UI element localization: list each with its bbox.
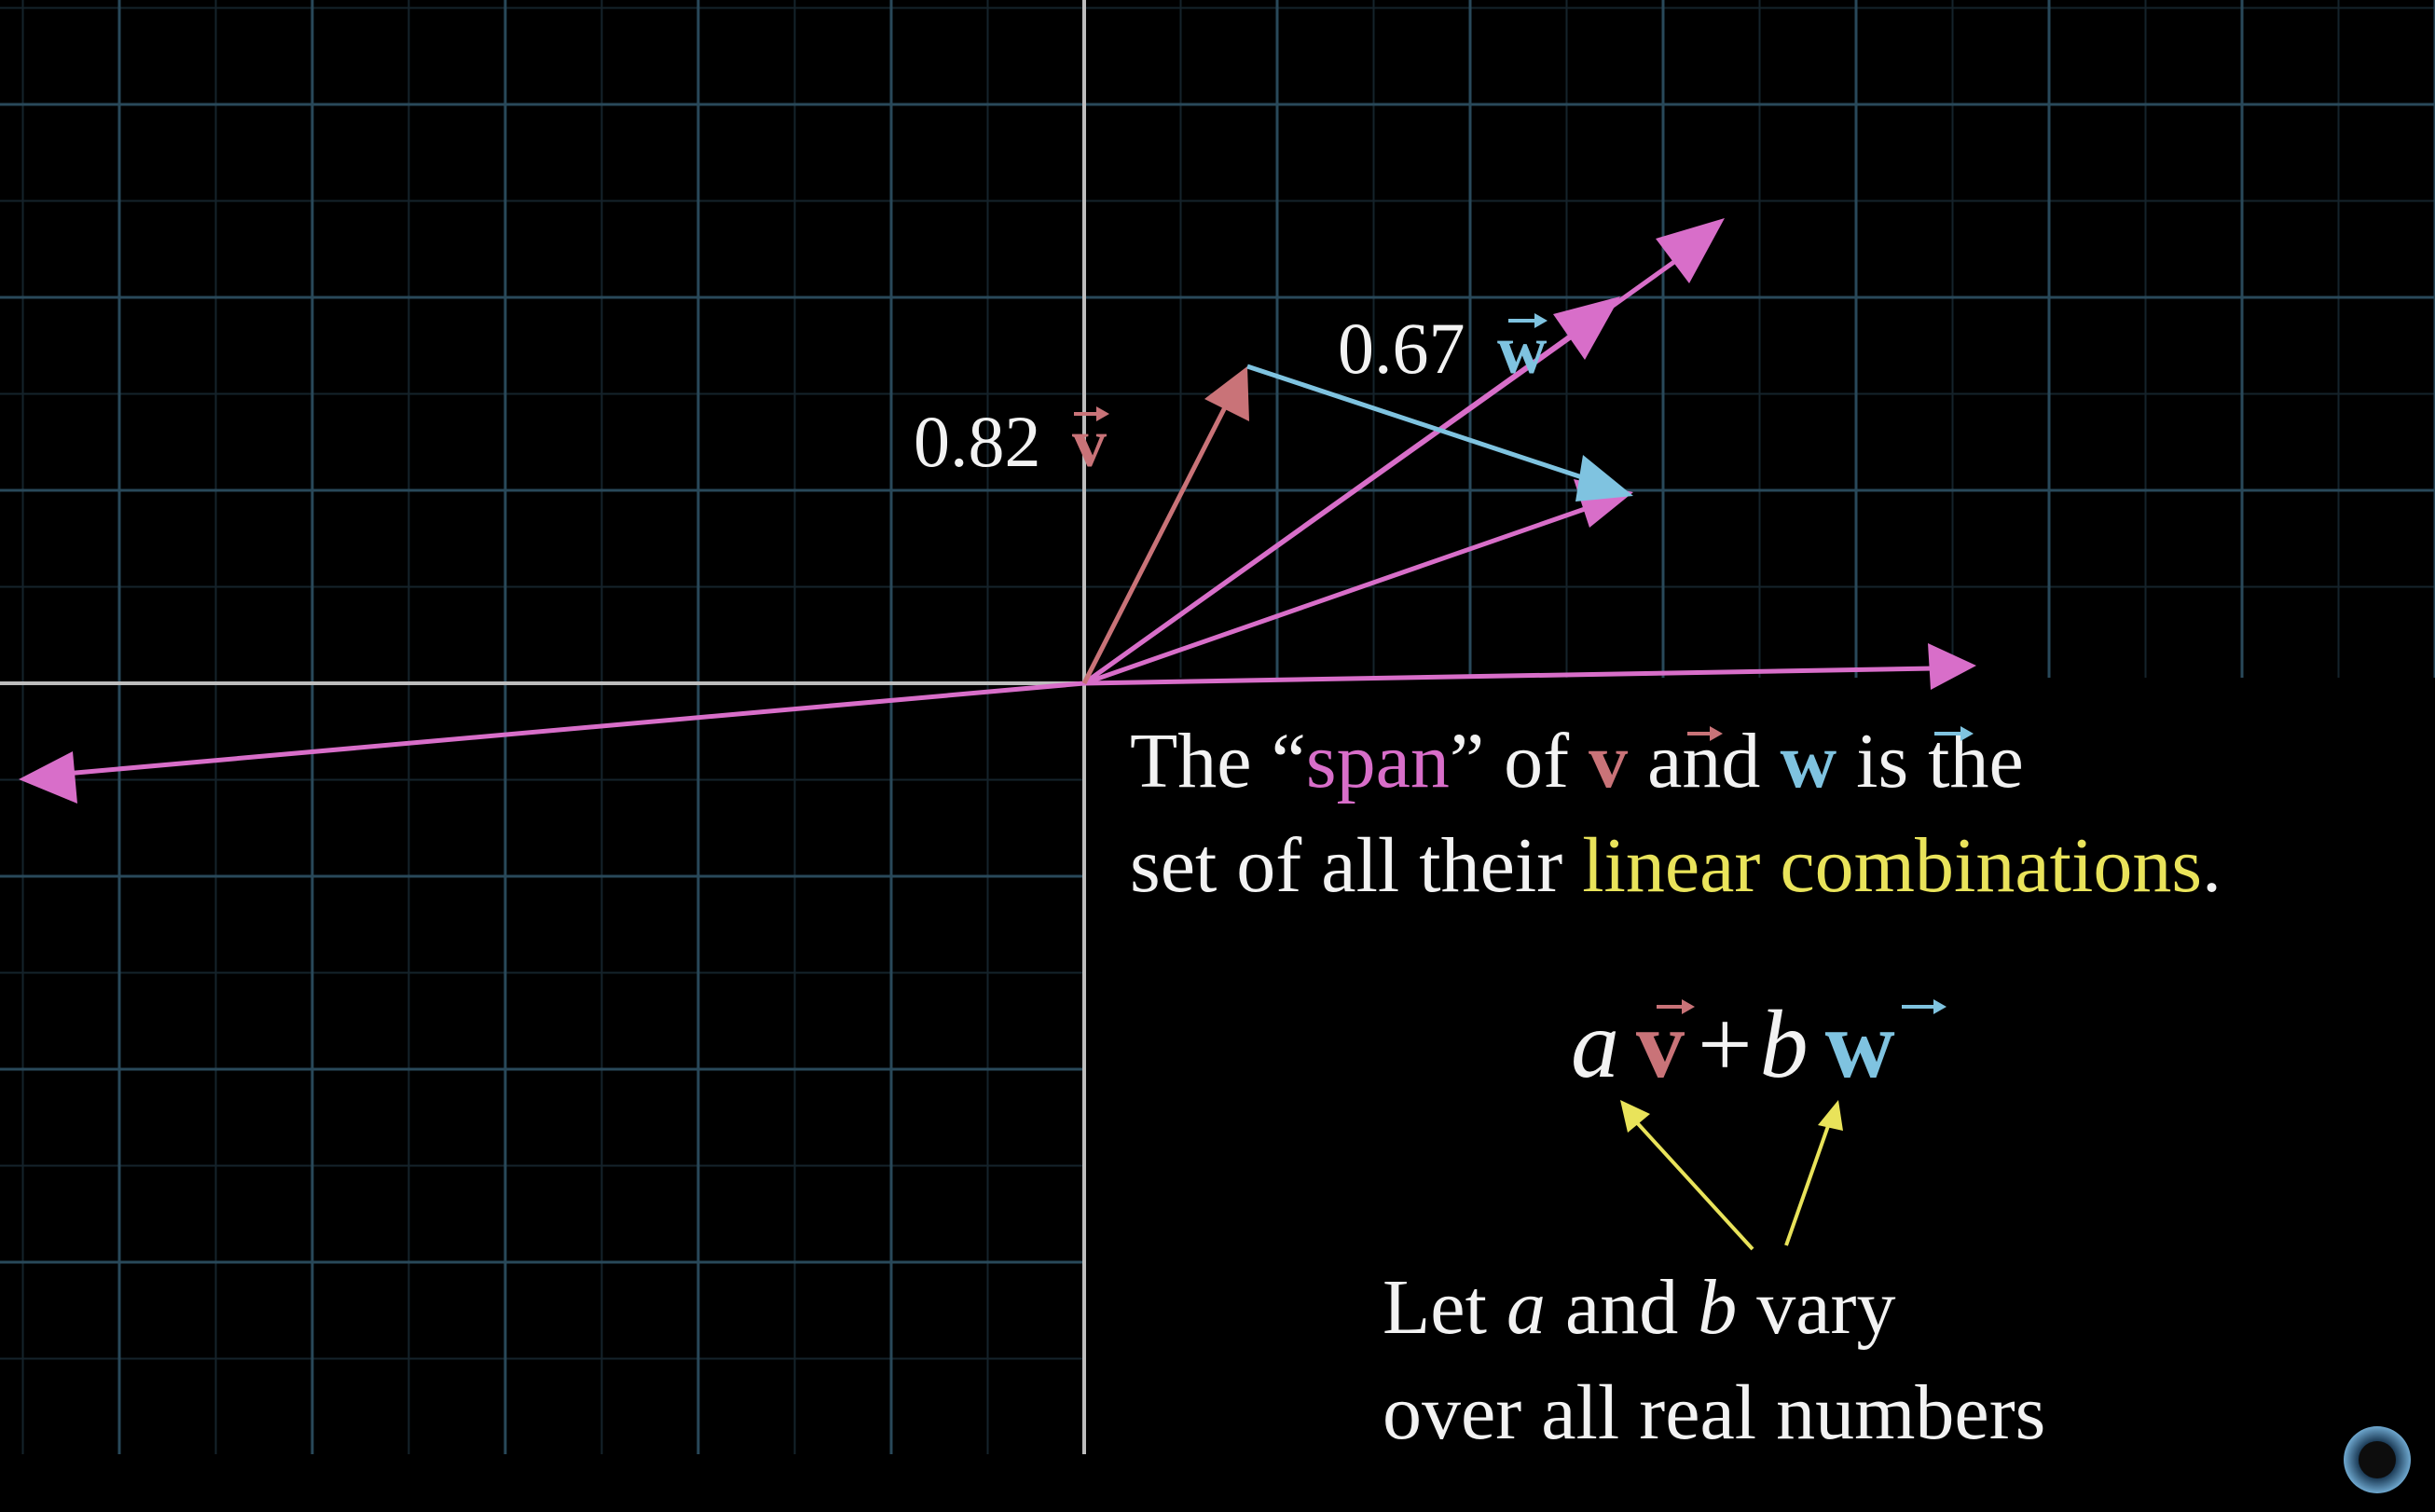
linear-combinations-phrase: linear combinations <box>1582 822 2202 909</box>
v-symbol: v <box>1589 718 1628 804</box>
scaled-v-coefficient: 0.82 <box>914 401 1041 482</box>
w-symbol: w <box>1780 718 1837 804</box>
formula-w: w <box>1825 991 1895 1098</box>
pi-logo-icon <box>2344 1426 2411 1493</box>
span-vector-long-left <box>19 680 1085 804</box>
span-word: span <box>1306 718 1450 804</box>
coefficient-a: a <box>1571 991 1619 1098</box>
span-scene: 0.82 v 0.67 w The “span” of v and w is t… <box>0 0 2435 1512</box>
combination-vector-resultant <box>1083 479 1633 686</box>
scaled-v-label: 0.82 v <box>914 401 1109 482</box>
note-line-1: Let a and b vary <box>1383 1264 1896 1351</box>
coefficient-b: b <box>1760 991 1809 1098</box>
scaled-w-coefficient: 0.67 <box>1338 308 1465 389</box>
definition-line-1: The “span” of v and w is the <box>1130 718 2024 804</box>
definition-line-2: set of all their linear combinations. <box>1130 822 2222 909</box>
scaled-w-label: 0.67 w <box>1338 308 1548 389</box>
note-line-2: over all real numbers <box>1383 1369 2045 1456</box>
formula-plus: + <box>1698 991 1753 1098</box>
